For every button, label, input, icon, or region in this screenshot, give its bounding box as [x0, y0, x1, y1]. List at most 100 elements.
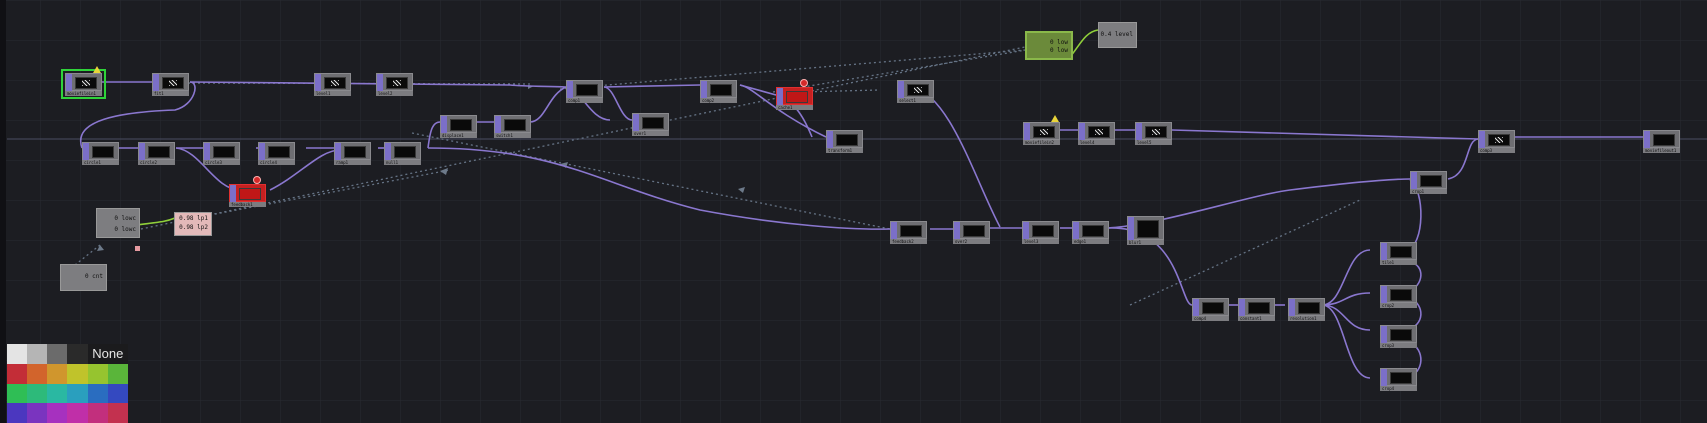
node-moviefilein1[interactable]: moviefilein1 — [61, 66, 106, 99]
node-thumbnail — [1088, 126, 1110, 138]
node-level1[interactable]: level1 — [314, 73, 351, 96]
node-switch1[interactable]: switch1 — [494, 115, 531, 138]
node-label: moviefileout1 — [1643, 148, 1680, 153]
swatch-2-4[interactable] — [87, 383, 108, 404]
node-comp3[interactable]: comp3 — [1478, 130, 1515, 153]
value-line: 0.98 lp2 — [179, 224, 208, 231]
node-thumbnail — [1137, 220, 1159, 238]
node-resolution1[interactable]: resolution1 — [1288, 298, 1325, 321]
swatch-0-0[interactable] — [7, 344, 28, 364]
none-swatch[interactable]: None — [87, 344, 128, 364]
node-label: fit1 — [152, 91, 189, 96]
node-feedback2[interactable]: feedback2 — [890, 221, 927, 244]
node-tile1[interactable]: tile1 — [1380, 242, 1417, 265]
swatch-1-5[interactable] — [107, 363, 128, 384]
swatch-3-4[interactable] — [87, 403, 108, 423]
node-circle4[interactable]: circle4 — [258, 142, 295, 165]
node-thumbnail — [162, 77, 184, 89]
swatch-1-0[interactable] — [7, 363, 28, 384]
node-thumbnail — [504, 119, 526, 131]
value-line: 0 cnt — [84, 273, 103, 280]
node-edge1[interactable]: edge1 — [1072, 221, 1109, 244]
node-select1[interactable]: select1 — [897, 80, 934, 103]
node-circle2[interactable]: circle2 — [138, 142, 175, 165]
grid-background — [0, 0, 1707, 423]
node-thumbnail — [1390, 289, 1412, 301]
node-level2[interactable]: level2 — [376, 73, 413, 96]
swatch-2-3[interactable] — [67, 383, 88, 404]
node-timecode1[interactable]: 0 cnt — [60, 264, 107, 291]
node-thumbnail — [324, 77, 346, 89]
swatch-1-3[interactable] — [67, 363, 88, 384]
node-cache1[interactable]: cache1 — [776, 79, 813, 110]
node-level4[interactable]: level4 — [1078, 122, 1115, 145]
node-label: level2 — [376, 91, 413, 96]
swatch-2-5[interactable] — [107, 383, 128, 404]
node-label: level5 — [1135, 140, 1172, 145]
node-label: comp4 — [1192, 316, 1229, 321]
node-over2[interactable]: over2 — [953, 221, 990, 244]
node-label: ramp1 — [334, 160, 371, 165]
swatch-0-3[interactable] — [67, 344, 88, 364]
node-label: switch1 — [494, 133, 531, 138]
swatch-1-1[interactable] — [27, 363, 48, 384]
node-comp4[interactable]: comp4 — [1192, 298, 1229, 321]
node-over1[interactable]: over1 — [632, 113, 669, 136]
swatch-2-2[interactable] — [47, 383, 68, 404]
node-thumbnail — [710, 84, 732, 96]
node-thumbnail — [786, 91, 808, 103]
node-fit1[interactable]: fit1 — [152, 73, 189, 96]
node-label: moviefilein2 — [1023, 140, 1060, 145]
node-math1[interactable]: 0.4 level — [1098, 22, 1137, 48]
node-blur1[interactable]: blur1 — [1127, 216, 1164, 245]
node-thumbnail — [576, 84, 598, 96]
node-label: blur1 — [1127, 240, 1164, 245]
swatch-0-1[interactable] — [27, 344, 48, 364]
swatch-2-0[interactable] — [7, 383, 28, 404]
node-transform1[interactable]: transform1 — [826, 130, 863, 153]
node-thumbnail — [1248, 302, 1270, 314]
node-null1[interactable]: null1 — [384, 142, 421, 165]
node-ramp1[interactable]: ramp1 — [334, 142, 371, 165]
node-label: feedback2 — [890, 239, 927, 244]
swatch-3-3[interactable] — [67, 403, 88, 423]
node-circle1[interactable]: circle1 — [82, 142, 119, 165]
color-palette[interactable]: None — [7, 344, 128, 423]
swatch-1-2[interactable] — [47, 363, 68, 384]
node-displace1[interactable]: displace1 — [440, 115, 477, 138]
node-crop1[interactable]: crop1 — [1410, 171, 1447, 194]
node-crop4[interactable]: crop4 — [1380, 368, 1417, 391]
node-level3[interactable]: level3 — [1022, 221, 1059, 244]
node-crop3[interactable]: crop3 — [1380, 325, 1417, 348]
node-label: feedback1 — [229, 202, 266, 207]
node-label: null1 — [384, 160, 421, 165]
swatch-3-2[interactable] — [47, 403, 68, 423]
node-comp2[interactable]: comp2 — [700, 80, 737, 103]
swatch-1-4[interactable] — [87, 363, 108, 384]
network-editor-canvas[interactable]: moviefilein1 fit1 level1 level2 comp1 co… — [0, 0, 1707, 423]
node-label: moviefilein1 — [65, 91, 102, 96]
node-null2[interactable]: 0.98 lp1 0.98 lp2 — [174, 212, 212, 236]
node-moviefilein2[interactable]: moviefilein2 — [1023, 115, 1060, 145]
node-label: constant1 — [1238, 316, 1275, 321]
node-thumbnail — [1390, 372, 1412, 384]
node-label: displace1 — [440, 133, 477, 138]
node-moviefileout1[interactable]: moviefileout1 — [1643, 130, 1680, 153]
node-thumbnail — [92, 146, 114, 158]
swatch-2-1[interactable] — [27, 383, 48, 404]
swatch-0-2[interactable] — [47, 344, 68, 364]
node-level5[interactable]: level5 — [1135, 122, 1172, 145]
node-crop2[interactable]: crop2 — [1380, 285, 1417, 308]
node-comp1[interactable]: comp1 — [566, 80, 603, 103]
node-label: crop2 — [1380, 303, 1417, 308]
node-circle3[interactable]: circle3 — [203, 142, 240, 165]
value-line: 0.98 lp1 — [179, 215, 208, 222]
node-constant1[interactable]: constant1 — [1238, 298, 1275, 321]
node-audiospectrum1[interactable]: 0 low 0 low — [1025, 31, 1073, 60]
node-lfo1[interactable]: 0 lowc 0 lowc — [96, 208, 140, 238]
node-feedback1[interactable]: feedback1 — [229, 176, 266, 207]
swatch-3-0[interactable] — [7, 403, 28, 423]
swatch-3-5[interactable] — [107, 403, 128, 423]
swatch-3-1[interactable] — [27, 403, 48, 423]
node-label: comp3 — [1478, 148, 1515, 153]
